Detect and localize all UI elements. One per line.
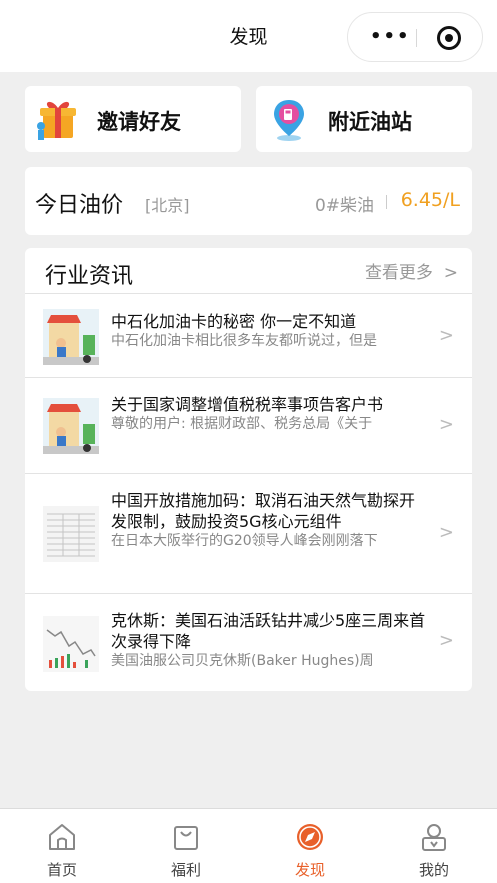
tab-label: 发现 — [294, 861, 325, 879]
tab-profile[interactable]: 我的 — [372, 809, 496, 883]
nearby-gas-stations-button[interactable]: 附近油站 — [256, 86, 472, 152]
invite-friends-button[interactable]: 邀请好友 — [25, 86, 241, 152]
news-headline: 中石化加油卡的秘密 你一定不知道 — [111, 312, 357, 331]
tab-bar: 首页 福利 发现 我的 — [0, 808, 497, 883]
document-table-image — [43, 506, 99, 562]
fuel-price: 6.45/L — [400, 189, 460, 211]
compass-icon — [297, 824, 323, 850]
news-headline: 中国开放措施加码：取消石油天然气勘探开发限制，鼓励投资5G核心元组件 — [111, 491, 416, 531]
tab-label: 我的 — [418, 861, 449, 879]
news-headline: 克休斯：美国石油活跃钻井减少5座三周来首次录得下降 — [111, 611, 426, 651]
invite-friends-label: 邀请好友 — [97, 110, 181, 134]
gas-station-illustration — [43, 309, 99, 365]
shopping-bag-icon — [174, 826, 198, 850]
close-target-icon[interactable] — [437, 26, 461, 50]
news-item[interactable]: 中石化加油卡的秘密 你一定不知道 中石化加油卡相比很多车友都听说过，但是 > — [25, 295, 472, 378]
chevron-right-icon: > — [438, 325, 454, 346]
news-text: 中国开放措施加码：取消石油天然气勘探开发限制，鼓励投资5G核心元组件 在日本大阪… — [111, 490, 429, 551]
nav-bar: 发现 ••• — [0, 0, 497, 72]
news-snippet: 在日本大阪举行的G20领导人峰会刚刚落下 — [111, 533, 378, 549]
news-snippet: 尊敬的用户: 根据财政部、税务总局《关于 — [111, 416, 373, 432]
capsule-divider — [416, 29, 417, 47]
news-snippet: 美国油服公司贝克休斯(Baker Hughes)周 — [111, 653, 374, 669]
tab-home[interactable]: 首页 — [0, 809, 124, 883]
oil-price-title: 今日油价 — [35, 193, 124, 218]
more-icon[interactable]: ••• — [370, 28, 411, 46]
oil-price-card[interactable]: 今日油价 [北京] 0#柴油 6.45/L — [25, 167, 472, 235]
news-header: 行业资讯 查看更多 > — [25, 248, 472, 294]
view-more-label: 查看更多 — [364, 263, 433, 283]
home-icon — [49, 824, 75, 850]
tab-welfare[interactable]: 福利 — [124, 809, 248, 883]
news-section-title: 行业资讯 — [45, 264, 134, 289]
nearby-gas-stations-label: 附近油站 — [328, 110, 412, 134]
news-item[interactable]: 关于国家调整增值税税率事项告客户书 尊敬的用户: 根据财政部、税务总局《关于 > — [25, 378, 472, 474]
tab-discover[interactable]: 发现 — [248, 809, 372, 883]
news-item[interactable]: 克休斯：美国石油活跃钻井减少5座三周来首次录得下降 美国油服公司贝克休斯(Bak… — [25, 594, 472, 691]
news-text: 中石化加油卡的秘密 你一定不知道 中石化加油卡相比很多车友都听说过，但是 — [111, 311, 429, 351]
news-headline: 关于国家调整增值税税率事项告客户书 — [111, 395, 384, 414]
gift-icon — [37, 101, 76, 140]
chevron-right-icon: > — [438, 414, 454, 435]
gas-station-pin-icon — [274, 100, 304, 141]
price-divider — [386, 195, 387, 209]
gas-station-illustration — [43, 398, 99, 454]
stock-chart-image — [43, 616, 99, 672]
news-snippet: 中石化加油卡相比很多车友都听说过，但是 — [111, 333, 377, 349]
tab-label: 福利 — [170, 861, 201, 879]
chevron-right-icon: > — [438, 522, 454, 543]
industry-news-card: 行业资讯 查看更多 > 中石化加油卡的秘密 你一定不知道 中石化加油卡相比很多车… — [25, 248, 472, 691]
user-icon — [422, 824, 446, 851]
chevron-right-icon: > — [438, 263, 458, 283]
city-label[interactable]: [北京] — [145, 192, 190, 216]
chevron-right-icon: > — [438, 630, 454, 651]
news-item[interactable]: 中国开放措施加码：取消石油天然气勘探开发限制，鼓励投资5G核心元组件 在日本大阪… — [25, 474, 472, 594]
fuel-type: 0#柴油 — [314, 196, 374, 216]
news-text: 关于国家调整增值税税率事项告客户书 尊敬的用户: 根据财政部、税务总局《关于 — [111, 394, 429, 434]
mini-program-capsule: ••• — [347, 12, 483, 62]
news-text: 克休斯：美国石油活跃钻井减少5座三周来首次录得下降 美国油服公司贝克休斯(Bak… — [111, 610, 429, 671]
tab-label: 首页 — [46, 861, 77, 879]
view-more-link[interactable]: 查看更多 > — [365, 258, 458, 283]
